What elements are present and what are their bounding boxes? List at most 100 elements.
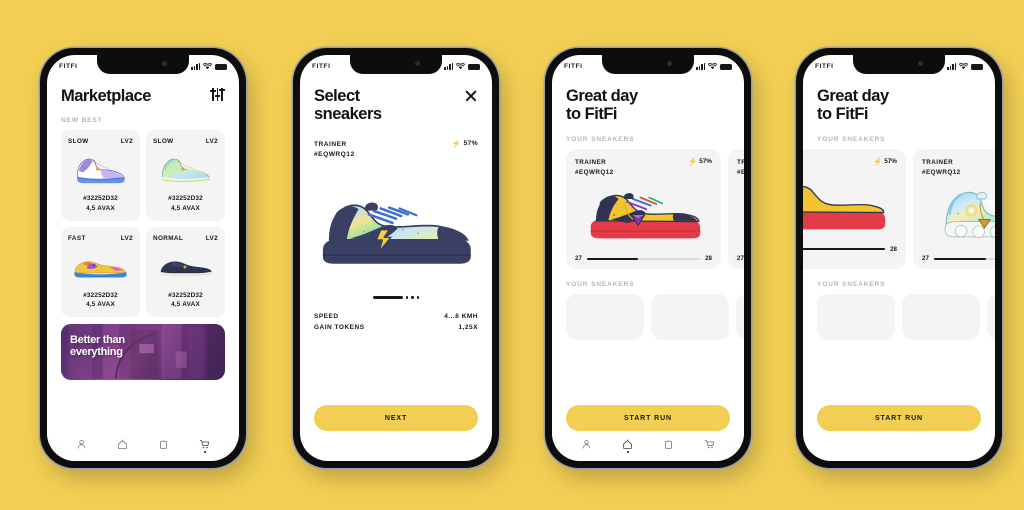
status-brand: FITFI: [59, 62, 78, 70]
phone-select-sneakers: FITFI Select sneakers TRAINER #EQWRQ12 ⚡…: [293, 48, 499, 468]
phone-great-day-1: FITFI Great day to FitFi YOUR SNEAKERS T…: [545, 48, 751, 468]
nav-bag[interactable]: [154, 437, 173, 452]
sneaker-code: #EQWRQ12: [922, 168, 961, 176]
page-title: Great day to FitFi: [817, 87, 889, 124]
filter-icon[interactable]: [210, 87, 225, 102]
slider-track[interactable]: [586, 258, 701, 260]
card-header: SLOW LV2: [68, 138, 133, 145]
charge-value: 57%: [699, 158, 712, 166]
start-run-button[interactable]: START RUN: [566, 405, 730, 431]
notch: [602, 55, 694, 74]
shoe-image-hightop-teal: [153, 147, 218, 191]
nav-bag[interactable]: [659, 437, 678, 452]
great-day-content: Great day to FitFi YOUR SNEAKERS TRAINER…: [552, 55, 744, 461]
card-header: ⚡ 57%: [803, 158, 897, 168]
marketplace-content: Marketplace NEW BEST SLOW LV2 #32252D32 …: [47, 55, 239, 461]
great-day-header: Great day to FitFi: [552, 81, 744, 124]
placeholder-card[interactable]: [817, 294, 895, 341]
battery-icon: [971, 63, 983, 70]
card-level: LV2: [205, 234, 218, 242]
sneaker-carousel[interactable]: TRAINER #EQWRQ12 ⚡ 57% 27 28 T #E 27: [552, 148, 744, 270]
profile-icon: [77, 439, 86, 448]
marketplace-card[interactable]: SLOW LV2 #32252D32 4,5 AVAX: [61, 130, 140, 221]
marketplace-card[interactable]: FAST LV2 #32252D32 4,5 AVAX: [61, 226, 140, 317]
slider-min: 27: [575, 255, 582, 263]
card-price: 4,5 AVAX: [171, 301, 200, 309]
placeholder-card[interactable]: [651, 294, 729, 341]
sneaker-name-block: TRAINER #EQWRQ12: [737, 158, 744, 178]
marketplace-grid: SLOW LV2 #32252D32 4,5 AVAX SLOW LV2 #32…: [47, 124, 239, 317]
shoe-image-lowtop-iridescent: [737, 179, 744, 251]
sneaker-code: #EQWRQ12: [737, 168, 744, 176]
progress-slider[interactable]: 27 28: [737, 255, 744, 262]
sneaker-card-peek-left[interactable]: ⚡ 57% 28: [803, 148, 906, 270]
wifi-icon: [708, 62, 717, 69]
progress-slider[interactable]: 27 2: [922, 255, 995, 262]
placeholder-card[interactable]: [736, 294, 744, 341]
shoe-image-hightop-iridescent: [922, 179, 995, 251]
promo-banner[interactable]: Better than everything: [61, 323, 225, 380]
shoe-image-lowtop-yellow: [68, 244, 133, 288]
sneaker-card[interactable]: TRAINER #EQWRQ12 ⚡ 57: [913, 148, 995, 270]
signal-icon: [444, 62, 453, 70]
charge-badge: ⚡ 57%: [452, 140, 478, 148]
marketplace-card[interactable]: SLOW LV2 #32252D32 4,5 AVAX: [146, 130, 225, 221]
nav-home[interactable]: [618, 437, 637, 453]
close-icon[interactable]: [464, 89, 478, 103]
placeholder-card[interactable]: [566, 294, 644, 341]
nav-profile[interactable]: [72, 437, 91, 452]
card-id: #32252D32: [168, 291, 203, 299]
pagination-active: [372, 296, 403, 299]
sneaker-stats: SPEED 4...6 KMH GAIN TOKENS 1,25X: [300, 311, 492, 334]
bag-icon: [160, 440, 167, 449]
sneaker-card-peek[interactable]: TRAINER #EQWRQ12 ⚡ 57% 27: [728, 148, 744, 270]
wifi-icon: [959, 62, 968, 69]
card-price: 4,5 AVAX: [171, 205, 200, 213]
section-label-your-sneakers-2: YOUR SNEAKERS: [817, 281, 886, 289]
nav-cart[interactable]: [195, 437, 214, 453]
placeholder-card[interactable]: [987, 294, 995, 341]
placeholder-card[interactable]: [902, 294, 980, 341]
cart-icon: [199, 439, 210, 448]
title-line-1: Select: [314, 87, 360, 105]
slider-max: 28: [705, 255, 712, 263]
sneaker-carousel[interactable]: ⚡ 57% 28 TRAINER #EQWRQ12 27: [803, 148, 995, 270]
nav-cart[interactable]: [700, 437, 719, 452]
slider-track[interactable]: [933, 258, 995, 260]
battery-icon: [468, 63, 480, 70]
bag-icon: [665, 440, 672, 449]
sneaker-code: #EQWRQ12: [314, 151, 355, 159]
card-level: LV2: [120, 138, 133, 146]
notch: [350, 55, 442, 74]
nav-profile[interactable]: [577, 437, 596, 452]
card-meta: #32252D32 4,5 AVAX: [168, 291, 203, 310]
notch: [97, 55, 189, 74]
page-title: Great day to FitFi: [566, 87, 638, 124]
card-header: TRAINER #EQWRQ12 ⚡ 57%: [575, 158, 712, 178]
card-price: 4,5 AVAX: [86, 301, 115, 309]
signal-icon: [696, 62, 705, 70]
nav-home[interactable]: [113, 437, 132, 452]
slider-min: 27: [922, 255, 929, 263]
sneaker-name: TRAINER: [922, 158, 954, 166]
signal-icon: [191, 62, 200, 70]
sneaker-card[interactable]: TRAINER #EQWRQ12 ⚡ 57% 27 28: [566, 148, 721, 270]
page-title: Marketplace: [61, 87, 151, 105]
pagination[interactable]: [300, 296, 492, 299]
marketplace-card[interactable]: NORMAL LV2 #32252D32 4,5 AVAX: [146, 226, 225, 317]
start-run-button[interactable]: START RUN: [817, 405, 981, 431]
status-brand: FITFI: [564, 62, 583, 70]
slider-track[interactable]: [803, 248, 886, 250]
stat-value: 4...6 KMH: [444, 312, 478, 320]
card-meta: #32252D32 4,5 AVAX: [168, 194, 203, 213]
phone-marketplace: FITFI Marketplace NEW BEST SLOW LV2 #322…: [40, 48, 246, 468]
slider-fill: [803, 248, 886, 250]
progress-slider[interactable]: 27 28: [575, 255, 712, 262]
card-speed: NORMAL: [153, 234, 184, 242]
card-header: SLOW LV2: [153, 138, 218, 145]
title-line-2: to FitFi: [817, 105, 868, 124]
battery-icon: [720, 63, 732, 70]
progress-slider[interactable]: 28: [803, 246, 897, 253]
next-button[interactable]: NEXT: [314, 405, 478, 431]
card-level: LV2: [205, 138, 218, 146]
